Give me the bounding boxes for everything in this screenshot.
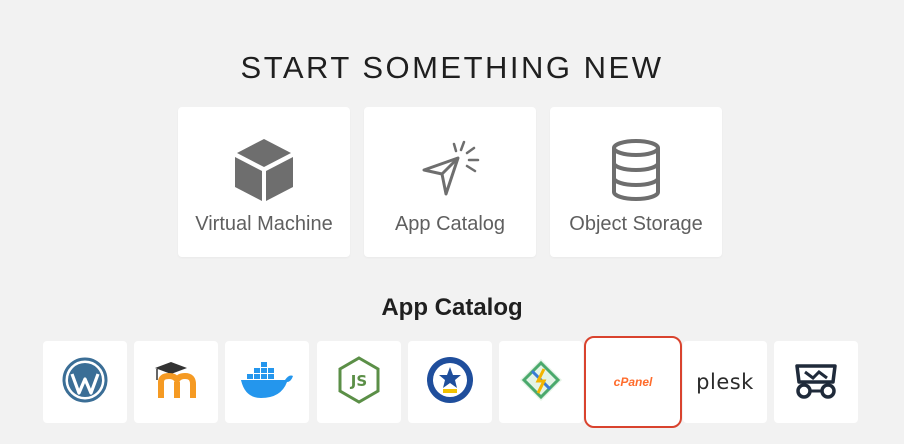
app-tile-plesk[interactable]: plesk [683, 341, 767, 423]
app-tile-docker[interactable] [225, 341, 309, 423]
app-catalog-title: App Catalog [381, 294, 523, 321]
app-tile-cpanel[interactable]: cPanel [584, 336, 682, 428]
nodejs-icon: JS [337, 355, 381, 409]
wordpress-icon [62, 357, 108, 408]
app-tile-nodejs[interactable]: JS [317, 341, 401, 423]
database-icon [550, 135, 722, 205]
svg-text:JS: JS [350, 372, 367, 390]
app-tile-moodle[interactable] [134, 341, 218, 423]
indonesian-emblem-icon [425, 355, 475, 410]
cursor-click-icon [364, 135, 536, 205]
page-headline: START SOMETHING NEW [240, 50, 664, 85]
moodle-icon [151, 360, 201, 405]
app-catalog-card[interactable]: App Catalog [364, 107, 536, 257]
object-storage-card[interactable]: Object Storage [550, 107, 722, 257]
app-tile-wordpress[interactable] [43, 341, 127, 423]
app-tile-jitsi[interactable] [499, 341, 583, 423]
app-catalog-label: App Catalog [394, 213, 506, 235]
virtual-machine-label: Virtual Machine [195, 213, 333, 235]
docker-icon [239, 360, 295, 405]
cube-icon [178, 135, 350, 205]
virtual-machine-card[interactable]: Virtual Machine [178, 107, 350, 257]
object-storage-label: Object Storage [569, 213, 703, 235]
app-tile-emblem[interactable] [408, 341, 492, 423]
plesk-icon: plesk [696, 370, 754, 394]
app-tile-pod[interactable] [774, 341, 858, 423]
jitsi-icon [518, 357, 564, 408]
pod-icon [793, 360, 839, 405]
cpanel-icon: cPanel [613, 375, 653, 389]
